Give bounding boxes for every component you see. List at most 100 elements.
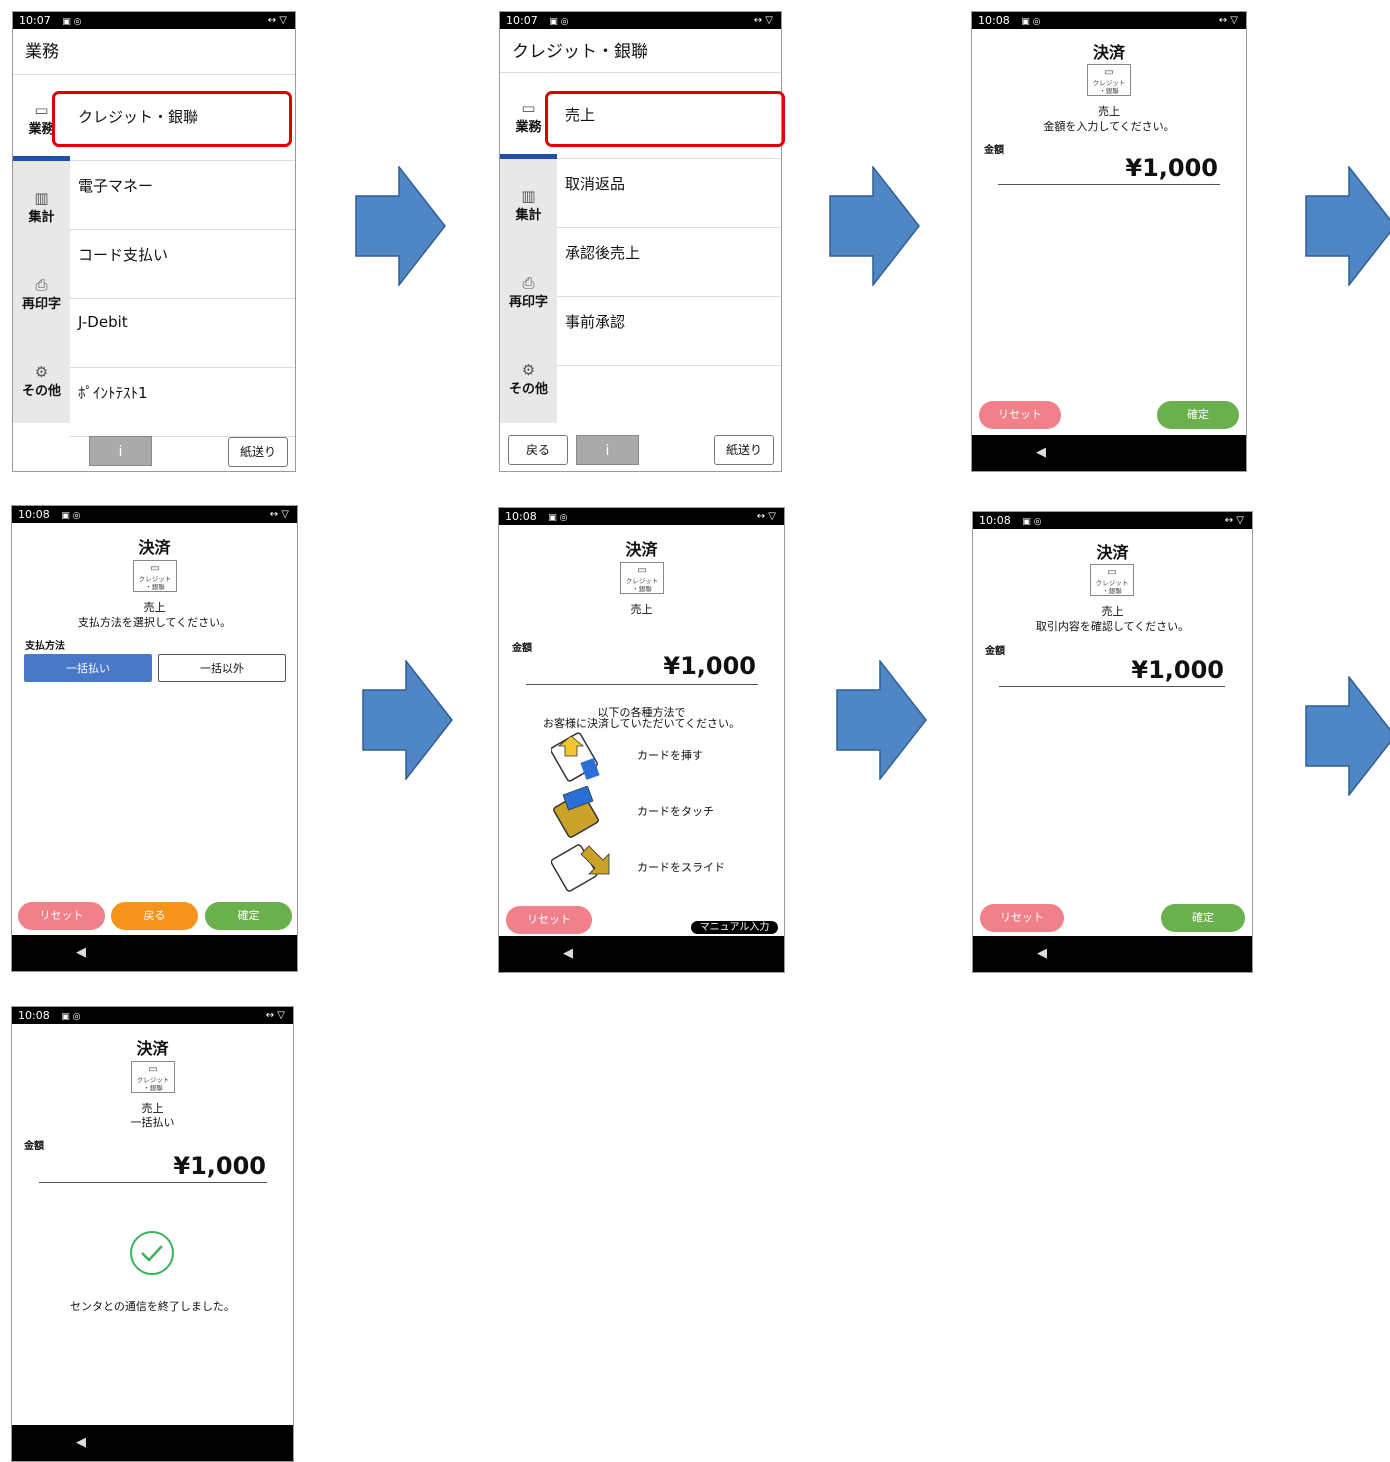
menu-item-point-test[interactable]: ﾎﾟｲﾝﾄﾃｽﾄ1	[70, 368, 295, 437]
status-icons: ▣ ◎	[548, 513, 568, 523]
status-icons: ▣ ◎	[62, 17, 82, 27]
status-bar: 10:08 ▣ ◎ ↔ ▽	[499, 508, 784, 525]
gear-icon: ⚙	[34, 363, 49, 381]
flow-arrow-4-icon	[362, 660, 453, 780]
sidebar-item-other[interactable]: ⚙ その他	[13, 364, 70, 399]
non-lump-sum-button[interactable]: 一括以外	[158, 654, 286, 682]
sidebar-item-other[interactable]: ⚙ その他	[500, 362, 557, 397]
reset-button[interactable]: リセット	[980, 904, 1064, 932]
card-icon-text: ・銀聯	[632, 585, 652, 593]
sidebar-item-reprint[interactable]: ⎙ 再印字	[13, 277, 70, 312]
credit-card-icon: ▭ クレジット ・銀聯	[133, 560, 177, 592]
prompt-text: 金額を入力してください。	[1043, 120, 1175, 133]
confirm-button[interactable]: 確定	[205, 902, 292, 930]
status-right-icons: ↔ ▽	[269, 509, 289, 520]
prompt-text: 取引内容を確認してください。	[1035, 620, 1190, 633]
nav-back-icon[interactable]: ◀	[1037, 946, 1047, 961]
screen-business-menu: 10:07 ▣ ◎ ↔ ▽ 業務 ▭ 業務 ▥ 集計 ⎙ 再印字 ⚙ その他 クレジット…	[12, 11, 296, 472]
lump-sum-button[interactable]: 一括払い	[24, 654, 152, 682]
nav-back-icon[interactable]: ◀	[76, 945, 86, 960]
nav-back-icon[interactable]: ◀	[563, 946, 573, 961]
payment-title: 決済	[1096, 543, 1129, 562]
payment-title: 決済	[138, 538, 171, 557]
highlight-credit	[52, 91, 292, 147]
menu-item-pre-approval[interactable]: 事前承認	[557, 297, 781, 366]
menu-item-code-pay[interactable]: コード支払い	[70, 230, 295, 299]
status-right-icons: ↔ ▽	[753, 15, 773, 26]
amount-underline	[998, 184, 1220, 185]
amount-value: ¥1,000	[1125, 154, 1218, 182]
menu-item-post-approval-sale[interactable]: 承認後売上	[557, 228, 781, 297]
card-icon-text: ・銀聯	[143, 1084, 163, 1092]
credit-card-icon: ▭ クレジット ・銀聯	[620, 562, 664, 594]
card-icon-text: ・銀聯	[1099, 87, 1119, 95]
amount-label: 金額	[985, 646, 1005, 657]
payment-title: 決済	[136, 1039, 169, 1058]
manual-entry-button[interactable]: マニュアル入力	[691, 921, 778, 934]
sidebar-item-label: その他	[508, 382, 548, 397]
back-button[interactable]: 戻る	[111, 902, 198, 930]
paper-feed-button[interactable]: 紙送り	[228, 437, 288, 467]
card-icon-text: クレジット	[625, 577, 659, 585]
card-icon-text: クレジット	[138, 575, 172, 583]
card-touch-icon	[553, 786, 599, 838]
sidebar-item-label: 業務	[515, 120, 542, 135]
flow-arrow-6-icon	[1305, 676, 1390, 796]
prompt-text-line2: お客様に決済していただいてください。	[542, 717, 740, 730]
status-icons: ▣ ◎	[549, 17, 569, 27]
status-right-icons: ↔ ▽	[1218, 15, 1238, 26]
menu-item-cancel-return[interactable]: 取消返品	[557, 159, 781, 228]
reset-button[interactable]: リセット	[979, 401, 1061, 429]
screen-confirm-transaction: 10:08 ▣ ◎ ↔ ▽ 決済 ▭ クレジット ・銀聯 売上 取引内容を確認してく…	[972, 511, 1253, 973]
menu-item-label: 承認後売上	[565, 244, 641, 262]
touch-card-label: カードをタッチ	[637, 805, 714, 818]
sale-label: 売上	[1101, 605, 1124, 618]
confirm-button[interactable]: 確定	[1161, 904, 1245, 932]
flow-arrow-1-icon	[355, 166, 446, 286]
back-button[interactable]: 戻る	[508, 435, 568, 465]
info-button[interactable]: i	[89, 436, 152, 466]
card-icon-text: ・銀聯	[145, 583, 165, 591]
menu-item-emoney[interactable]: 電子マネー	[70, 161, 295, 230]
screen-credit-menu: 10:07 ▣ ◎ ↔ ▽ クレジット・銀聯 ▭ 業務 ▥ 集計 ⎙ 再印字 ⚙ その他…	[499, 11, 782, 472]
sale-label: 売上	[1098, 105, 1120, 118]
status-bar: 10:07 ▣ ◎ ↔ ▽	[13, 12, 295, 29]
reset-button[interactable]: リセット	[506, 906, 592, 934]
status-time: 10:07	[19, 14, 51, 27]
paper-feed-button[interactable]: 紙送り	[714, 435, 774, 465]
divider	[13, 74, 295, 75]
amount-value: ¥1,000	[1131, 656, 1224, 684]
nav-back-icon[interactable]: ◀	[76, 1435, 86, 1450]
status-right-icons: ↔ ▽	[267, 15, 287, 26]
nav-back-icon[interactable]: ◀	[1036, 445, 1046, 460]
swipe-card-label: カードをスライド	[637, 861, 725, 874]
sidebar-item-summary[interactable]: ▥ 集計	[500, 188, 557, 223]
printer-icon: ⎙	[522, 274, 535, 292]
status-bar: 10:08 ▣ ◎ ↔ ▽	[12, 506, 297, 523]
menu-item-label: 事前承認	[565, 313, 626, 331]
status-right-icons: ↔ ▽	[1224, 515, 1244, 526]
page-title: 業務	[25, 42, 59, 62]
highlight-sale	[545, 91, 785, 147]
menu-item-jdebit[interactable]: J-Debit	[70, 299, 295, 368]
info-button[interactable]: i	[576, 435, 639, 465]
printer-icon: ⎙	[35, 276, 48, 294]
prompt-text: 支払方法を選択してください。	[77, 616, 232, 629]
sidebar-item-summary[interactable]: ▥ 集計	[13, 190, 70, 225]
sidebar-item-label: 集計	[515, 208, 542, 223]
screen-payment-method: 10:08 ▣ ◎ ↔ ▽ 決済 ▭ クレジット ・銀聯 売上 支払方法を選択してく…	[11, 505, 298, 972]
credit-card-icon: ▭ クレジット ・銀聯	[1090, 564, 1134, 596]
payment-method-text: 一括払い	[130, 1116, 175, 1129]
reset-button[interactable]: リセット	[18, 902, 105, 930]
sidebar-item-label: 集計	[28, 210, 55, 225]
status-time: 10:08	[18, 1009, 50, 1022]
screen-present-card: 10:08 ▣ ◎ ↔ ▽ 決済 ▭ クレジット ・銀聯 売上 金額 ¥1,000 …	[498, 507, 785, 973]
sidebar-item-reprint[interactable]: ⎙ 再印字	[500, 275, 557, 310]
amount-underline	[39, 1182, 267, 1183]
sidebar-item-label: 業務	[28, 122, 55, 137]
status-bar: 10:08 ▣ ◎ ↔ ▽	[972, 12, 1246, 29]
confirm-button[interactable]: 確定	[1157, 401, 1239, 429]
status-icons: ▣ ◎	[1021, 17, 1041, 27]
status-time: 10:08	[505, 510, 537, 523]
nav-bar: ◀	[973, 936, 1252, 972]
